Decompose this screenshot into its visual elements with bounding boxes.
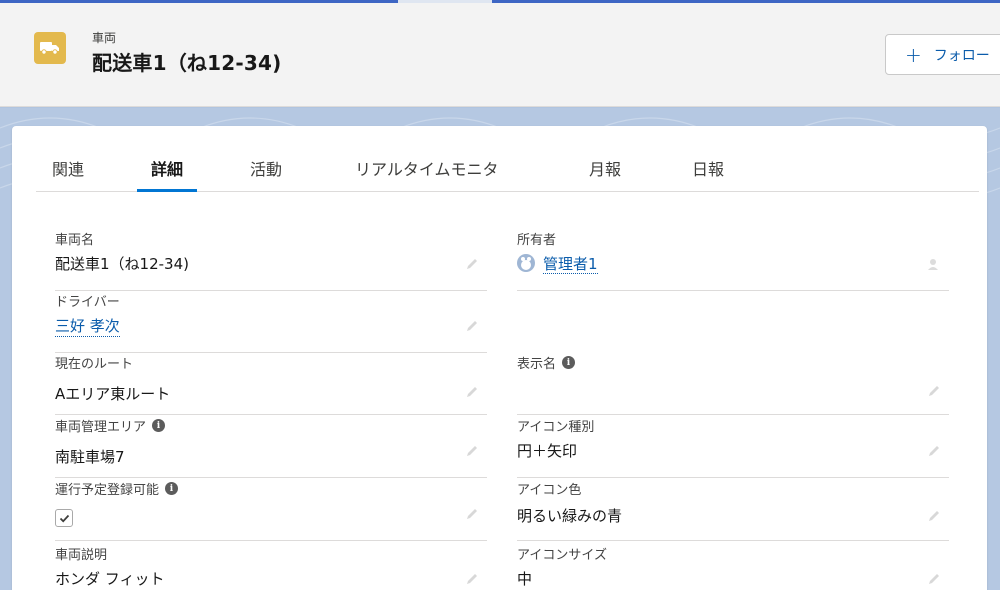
pencil-icon[interactable] [465,384,479,403]
pencil-icon[interactable] [465,256,479,275]
field-icon-size: アイコンサイズ 中 [517,544,949,590]
tab-activity[interactable]: 活動 [250,156,282,192]
follow-button[interactable]: + フォロー [885,34,1000,75]
record-tabs: 関連 詳細 活動 リアルタイムモニタ 月報 日報 [36,126,979,192]
field-value: Aエリア東ルート [55,385,171,403]
field-value: 南駐車場7 [55,448,125,466]
field-label: アイコン種別 [517,420,595,435]
field-label: 車両管理エリア i [55,416,166,435]
field-divider [517,477,949,478]
field-divider [55,477,487,478]
field-label: ドライバー [55,295,120,310]
pencil-icon[interactable] [927,508,941,527]
field-divider [517,290,949,291]
info-icon[interactable]: i [562,356,576,369]
field-label: 車両説明 [55,548,108,563]
field-value: 配送車1（ね12-34) [55,255,189,273]
field-driver: ドライバー 三好 孝次 [55,291,487,353]
pencil-icon[interactable] [927,571,941,590]
pencil-icon[interactable] [927,383,941,402]
driver-link[interactable]: 三好 孝次 [55,315,120,337]
field-current-route: 現在のルート Aエリア東ルート [55,353,487,415]
field-label: 現在のルート [55,357,134,372]
field-value: ホンダ フィット [55,570,165,588]
field-label-text: 運行予定登録可能 [55,483,160,498]
owner-link[interactable]: 管理者1 [543,255,598,274]
field-label: 所有者 [517,233,557,248]
field-value: 明るい緑みの青 [517,507,623,525]
tab-details[interactable]: 詳細 [136,156,198,192]
field-display-name: 表示名 i [517,353,949,415]
change-owner-icon[interactable] [927,256,941,275]
pencil-icon[interactable] [465,571,479,590]
info-icon[interactable]: i [165,482,179,495]
field-schedule-registrable: 運行予定登録可能 i [55,479,487,541]
field-vehicle-name: 車両名 配送車1（ね12-34) [55,229,487,291]
field-icon-type: アイコン種別 円＋矢印 [517,416,949,478]
field-icon-color: アイコン色 明るい緑みの青 [517,479,949,541]
pencil-icon[interactable] [465,318,479,337]
field-label: 車両名 [55,233,95,248]
field-divider [55,540,487,541]
plus-icon: + [905,42,922,67]
field-label: 運行予定登録可能 i [55,479,179,498]
field-vehicle-description: 車両説明 ホンダ フィット [55,544,487,590]
field-value: 管理者1 [517,253,598,274]
pencil-icon[interactable] [465,443,479,462]
follow-button-label: フォロー [933,47,990,64]
field-divider [517,414,949,415]
tab-realtime-monitor[interactable]: リアルタイムモニタ [355,156,499,192]
field-label: アイコン色 [517,483,582,498]
info-icon[interactable]: i [152,419,166,432]
field-owner: 所有者 管理者1 [517,229,949,291]
pencil-icon[interactable] [465,506,479,525]
tab-monthly-report[interactable]: 月報 [589,156,621,192]
field-management-area: 車両管理エリア i 南駐車場7 [55,416,487,478]
field-value: 中 [517,570,533,588]
field-label: アイコンサイズ [517,548,607,563]
tab-related[interactable]: 関連 [52,156,84,192]
field-label: 表示名 i [517,353,576,372]
pencil-icon[interactable] [927,443,941,462]
avatar [517,254,535,272]
tab-daily-report[interactable]: 日報 [692,156,724,192]
field-label-text: 車両管理エリア [55,420,147,435]
field-divider [55,414,487,415]
field-value: 円＋矢印 [517,442,578,460]
object-type-label: 車両 [92,31,117,45]
truck-icon [34,32,66,64]
schedule-registrable-checkbox [55,509,73,527]
details-card: 関連 詳細 活動 リアルタイムモニタ 月報 日報 車両名 配送車1（ね12-34… [12,126,987,590]
record-header: 車両 配送車1（ね12-34) + フォロー [0,3,1000,107]
field-label-text: 表示名 [517,357,557,372]
page-title: 配送車1（ね12-34) [92,51,282,75]
field-divider [517,540,949,541]
